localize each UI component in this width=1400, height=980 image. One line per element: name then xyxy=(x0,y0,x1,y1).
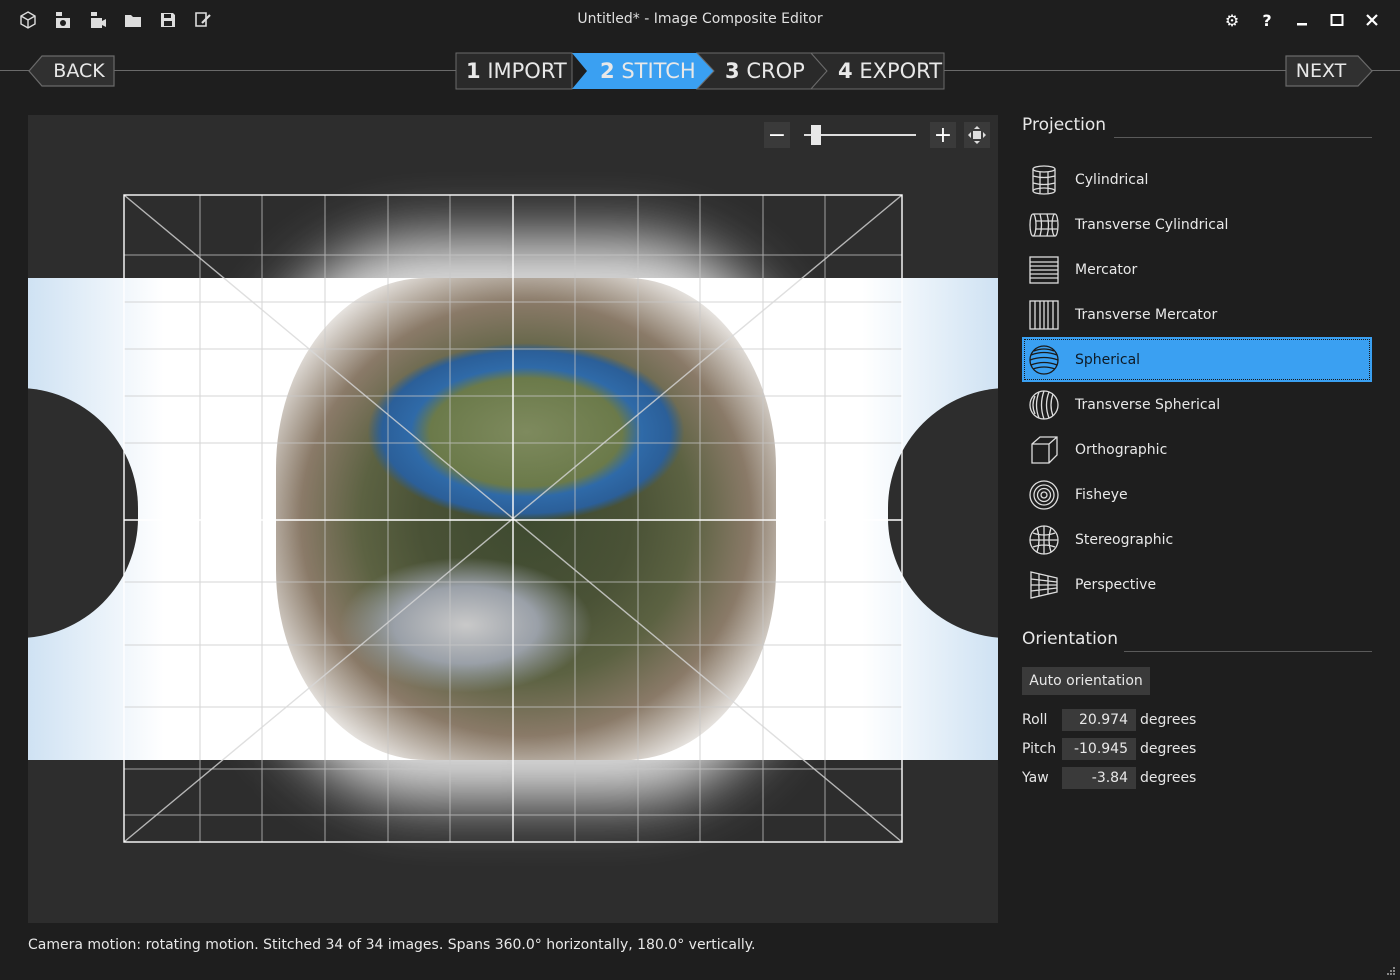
projection-mercator-label: Mercator xyxy=(1075,261,1138,278)
projection-fisheye-label: Fisheye xyxy=(1075,486,1128,503)
wizard-divider-mid-left xyxy=(114,70,456,71)
orientation-header: Orientation xyxy=(1022,629,1372,659)
yaw-label: Yaw xyxy=(1022,769,1049,786)
cylindrical-icon xyxy=(1026,162,1062,198)
next-label: NEXT xyxy=(1295,60,1347,82)
projection-fisheye[interactable]: Fisheye xyxy=(1022,472,1372,517)
roll-unit: degrees xyxy=(1140,711,1197,728)
step-stitch[interactable]: 2 STITCH xyxy=(600,59,696,83)
projection-perspective[interactable]: Perspective xyxy=(1022,562,1372,607)
yaw-input[interactable]: -3.84 xyxy=(1062,766,1136,789)
yaw-unit: degrees xyxy=(1140,769,1197,786)
back-button[interactable]: BACK xyxy=(28,55,116,87)
step-export[interactable]: 4 EXPORT xyxy=(838,59,942,83)
settings-icon[interactable]: ⚙ xyxy=(1220,8,1244,32)
maximize-icon[interactable] xyxy=(1325,8,1349,32)
step-stitch-number: 2 xyxy=(600,59,615,83)
zoom-slider-thumb[interactable] xyxy=(810,125,821,145)
stitch-preview-canvas[interactable]: − + xyxy=(28,115,998,923)
zoom-out-button[interactable]: − xyxy=(764,122,790,148)
zoom-slider-track[interactable] xyxy=(804,134,916,136)
projection-orthographic[interactable]: Orthographic xyxy=(1022,427,1372,472)
projection-transverse-spherical-label: Transverse Spherical xyxy=(1075,396,1221,413)
step-import[interactable]: 1 IMPORT xyxy=(466,59,567,83)
side-panel: Projection Cylindrical Transverse Cylind… xyxy=(1022,115,1372,792)
projection-orthographic-label: Orthographic xyxy=(1075,441,1168,458)
projection-transverse-cylindrical[interactable]: Transverse Cylindrical xyxy=(1022,202,1372,247)
orthographic-icon xyxy=(1026,432,1062,468)
projection-cylindrical-label: Cylindrical xyxy=(1075,171,1149,188)
pitch-input[interactable]: -10.945 xyxy=(1062,737,1136,760)
status-text: Camera motion: rotating motion. Stitched… xyxy=(28,937,756,953)
transverse-mercator-icon xyxy=(1026,297,1062,333)
close-icon[interactable] xyxy=(1360,8,1384,32)
projection-spherical[interactable]: Spherical xyxy=(1022,337,1372,382)
projection-heading: Projection xyxy=(1022,115,1113,135)
projection-stereographic[interactable]: Stereographic xyxy=(1022,517,1372,562)
projection-mercator[interactable]: Mercator xyxy=(1022,247,1372,292)
roll-row: Roll 20.974 degrees xyxy=(1022,705,1372,734)
pitch-unit: degrees xyxy=(1140,740,1197,757)
perspective-icon xyxy=(1026,567,1062,603)
back-label: BACK xyxy=(53,60,105,82)
projection-perspective-label: Perspective xyxy=(1075,576,1157,593)
next-button[interactable]: NEXT xyxy=(1285,55,1373,87)
roll-input[interactable]: 20.974 xyxy=(1062,708,1136,731)
pitch-row: Pitch -10.945 degrees xyxy=(1022,734,1372,763)
yaw-row: Yaw -3.84 degrees xyxy=(1022,763,1372,792)
step-crop-label: CROP xyxy=(746,59,805,83)
stereographic-icon xyxy=(1026,522,1062,558)
mercator-icon xyxy=(1026,252,1062,288)
crop-grid-overlay[interactable] xyxy=(28,115,998,923)
spherical-icon xyxy=(1026,342,1062,378)
step-crop-number: 3 xyxy=(725,59,740,83)
window-title: Untitled* - Image Composite Editor xyxy=(577,11,823,27)
projection-transverse-mercator[interactable]: Transverse Mercator xyxy=(1022,292,1372,337)
projection-transverse-spherical[interactable]: Transverse Spherical xyxy=(1022,382,1372,427)
step-export-label: EXPORT xyxy=(859,59,943,83)
wizard-divider-mid-right xyxy=(944,70,1286,71)
step-export-number: 4 xyxy=(838,59,853,83)
fit-to-window-icon[interactable] xyxy=(964,122,990,148)
transverse-cylindrical-icon xyxy=(1026,207,1062,243)
wizard-bar: BACK 1 IMPORT 2 STITCH 3 CROP 4 EXPORT N… xyxy=(0,50,1400,94)
pitch-label: Pitch xyxy=(1022,740,1057,757)
projection-cylindrical[interactable]: Cylindrical xyxy=(1022,157,1372,202)
projection-transverse-cylindrical-label: Transverse Cylindrical xyxy=(1075,216,1229,233)
minimize-icon[interactable] xyxy=(1290,8,1314,32)
step-stitch-label: STITCH xyxy=(621,59,696,83)
fisheye-icon xyxy=(1026,477,1062,513)
transverse-spherical-icon xyxy=(1026,387,1062,423)
orientation-heading: Orientation xyxy=(1022,629,1124,649)
projection-transverse-mercator-label: Transverse Mercator xyxy=(1075,306,1218,323)
help-icon[interactable]: ? xyxy=(1255,8,1279,32)
zoom-control: − + xyxy=(764,121,994,149)
projection-stereographic-label: Stereographic xyxy=(1075,531,1174,548)
roll-label: Roll xyxy=(1022,711,1048,728)
projection-header: Projection xyxy=(1022,115,1372,145)
step-crop[interactable]: 3 CROP xyxy=(725,59,805,83)
wizard-steps: 1 IMPORT 2 STITCH 3 CROP 4 EXPORT xyxy=(455,52,945,90)
step-import-label: IMPORT xyxy=(487,59,567,83)
title-bar: Untitled* - Image Composite Editor ⚙ ? xyxy=(0,0,1400,40)
zoom-in-button[interactable]: + xyxy=(930,122,956,148)
resize-grip-icon[interactable] xyxy=(1386,966,1396,976)
step-import-number: 1 xyxy=(466,59,481,83)
auto-orientation-button[interactable]: Auto orientation xyxy=(1022,667,1150,695)
projection-spherical-label: Spherical xyxy=(1075,351,1141,368)
